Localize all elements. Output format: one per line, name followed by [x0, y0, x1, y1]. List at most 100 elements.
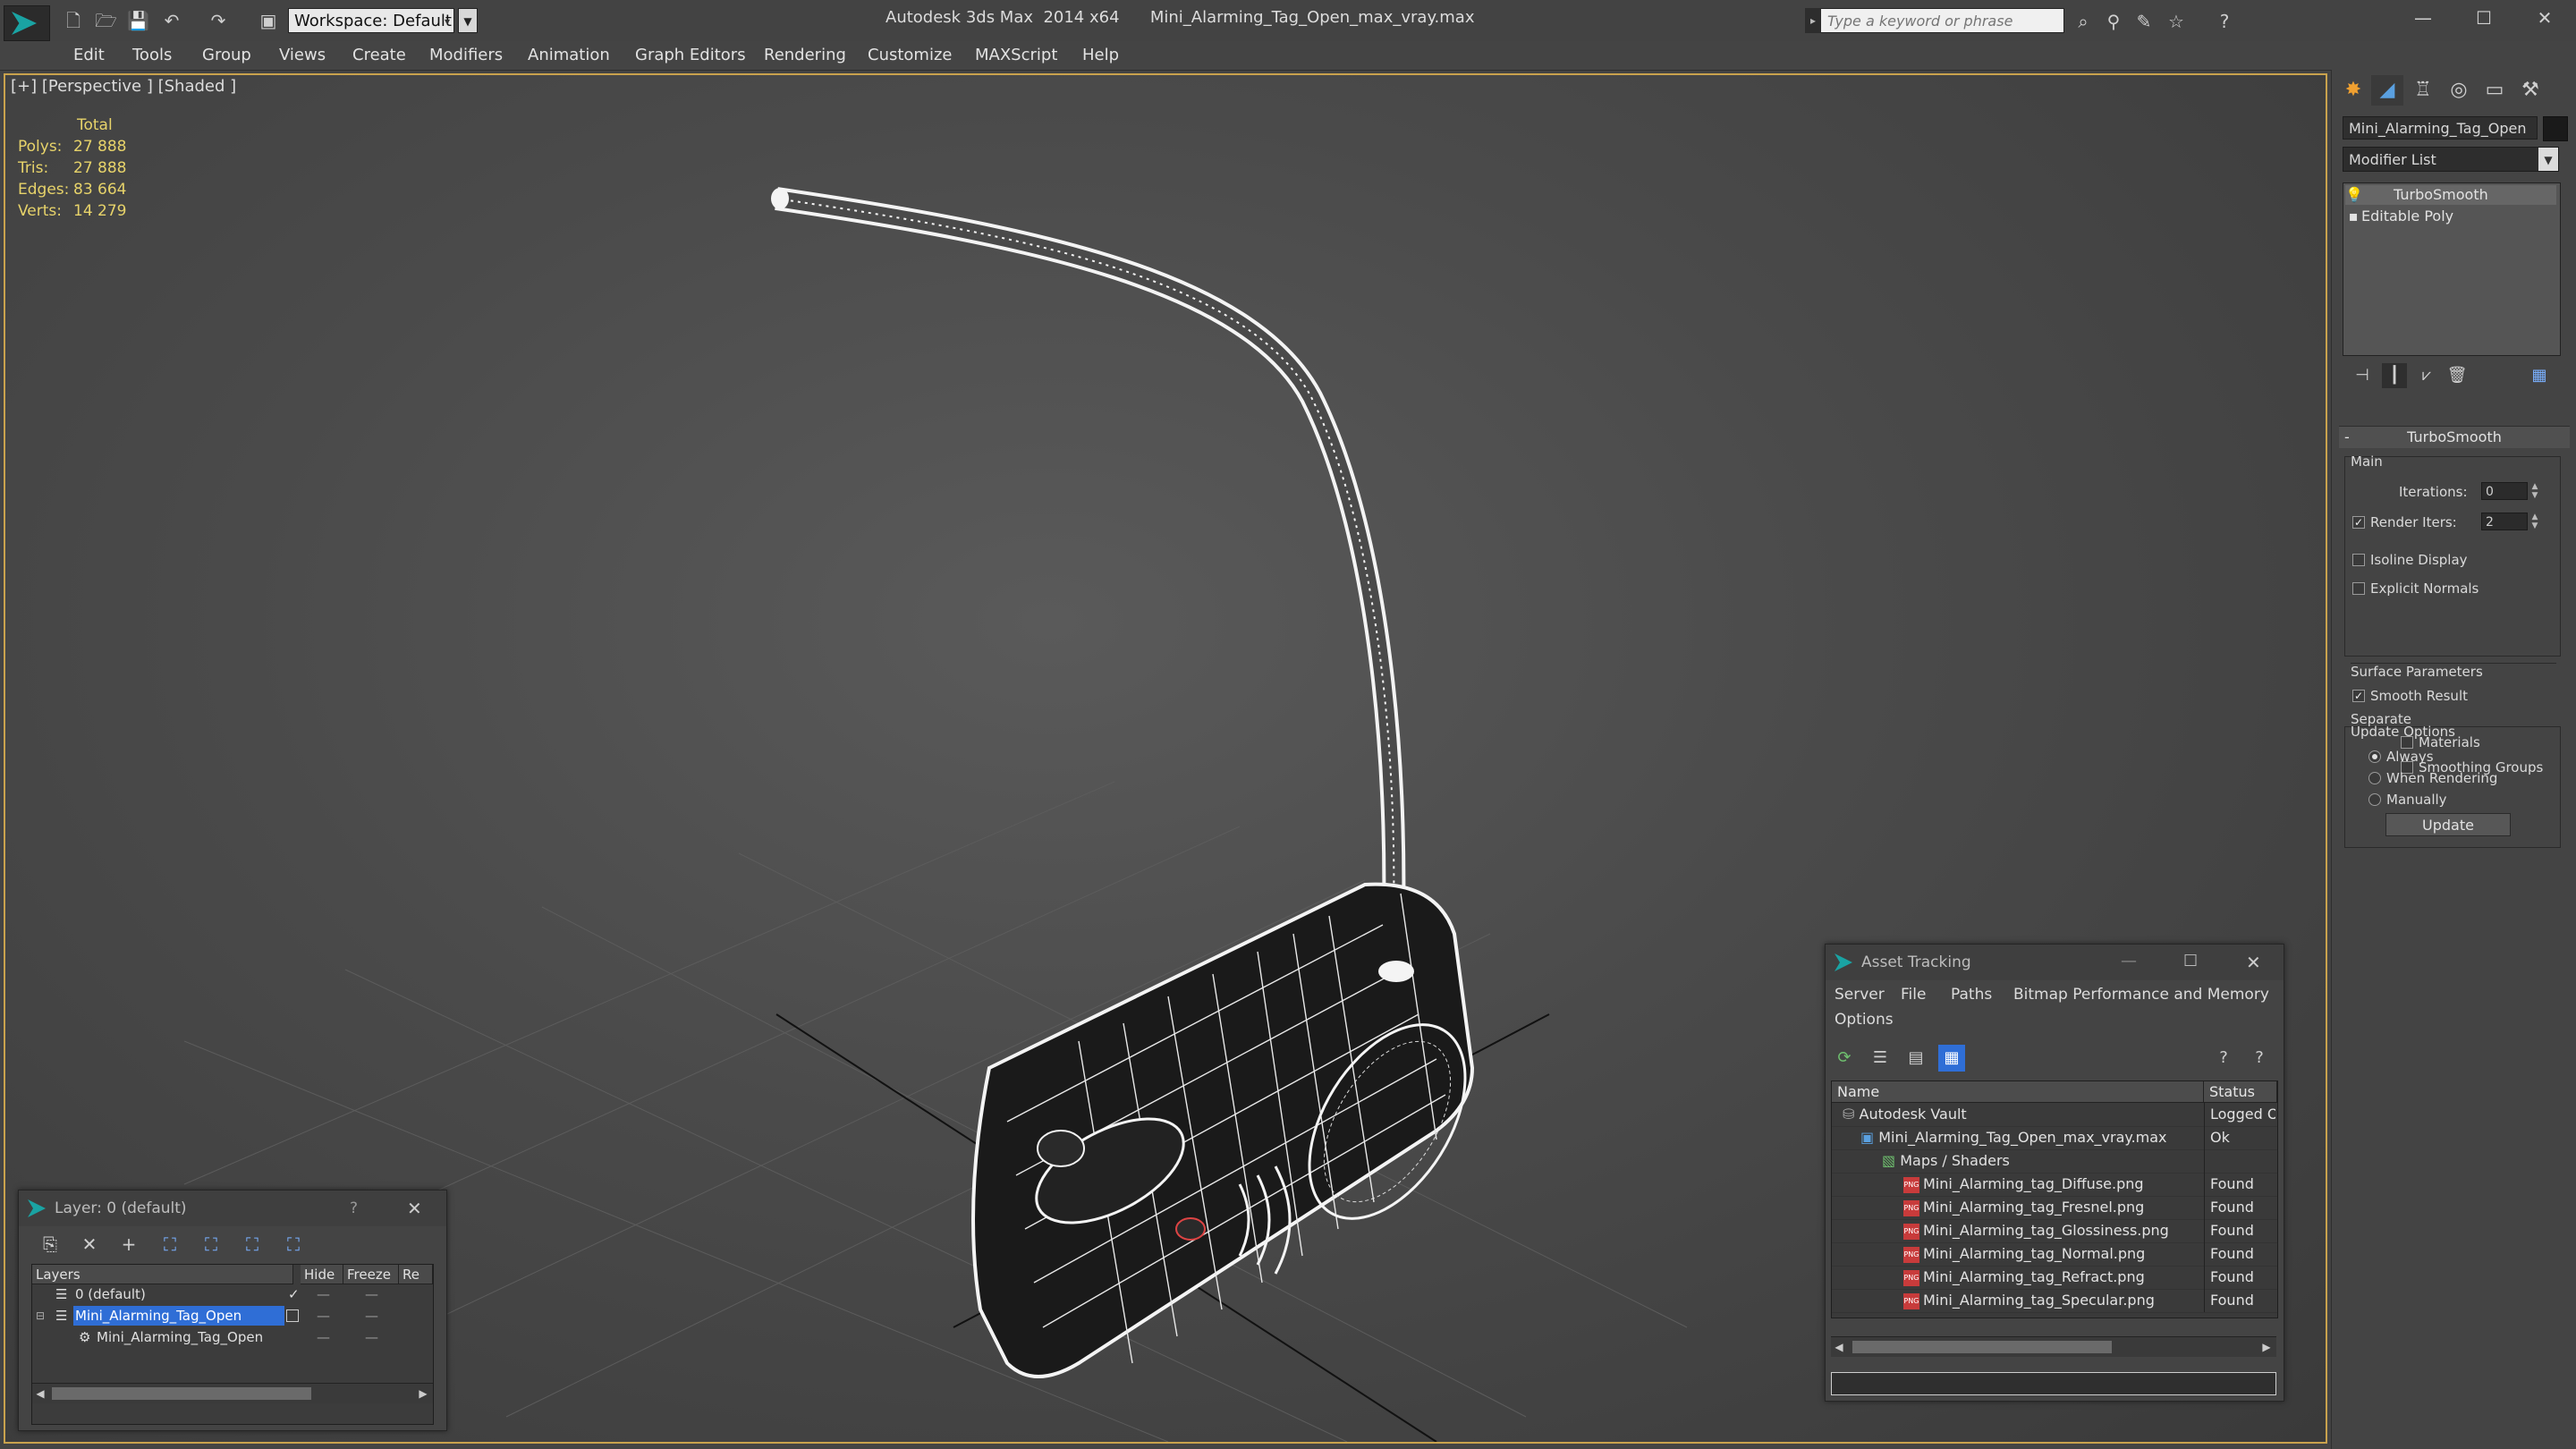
asset-path-field[interactable]: [1831, 1372, 2276, 1395]
asset-menu-server[interactable]: Server: [1835, 986, 1885, 1004]
menu-create[interactable]: Create: [352, 41, 406, 70]
minimize-button[interactable]: —: [2121, 952, 2137, 970]
add-to-layer-icon[interactable]: +: [115, 1232, 142, 1257]
scroll-left-icon[interactable]: ◀: [32, 1384, 48, 1403]
expand-box-icon[interactable]: ▪: [2345, 207, 2361, 226]
iterations-spinner-arrows[interactable]: ▲ ▼: [2529, 482, 2540, 500]
motion-tab-icon[interactable]: ◎: [2443, 75, 2475, 106]
table-row[interactable]: PNG Mini_Alarming_tag_Diffuse.png Found: [1832, 1173, 2277, 1197]
column-header-status[interactable]: Status: [2204, 1081, 2277, 1103]
active-layer-check-icon[interactable]: ✓: [288, 1284, 300, 1304]
undo-icon[interactable]: ↶: [161, 11, 182, 30]
smooth-result-checkbox[interactable]: ✓: [2352, 690, 2365, 702]
binoculars-icon[interactable]: ⌕: [2072, 11, 2095, 32]
search-expand-icon[interactable]: ▸: [1805, 8, 1821, 33]
hide-all-icon[interactable]: ⛶: [239, 1232, 266, 1257]
turbosmooth-rollout-title[interactable]: - TurboSmooth: [2339, 426, 2570, 448]
freeze-toggle[interactable]: —: [365, 1284, 378, 1304]
thumbnail-view-icon[interactable]: ▤: [1902, 1045, 1929, 1072]
close-button[interactable]: ✕: [2515, 0, 2574, 36]
help-icon[interactable]: ?: [2213, 11, 2236, 32]
asset-menu-bitmap-performance[interactable]: Bitmap Performance and Memory: [2013, 986, 2269, 1004]
table-view-icon[interactable]: ▦: [1938, 1045, 1965, 1072]
asset-window-titlebar[interactable]: Asset Tracking — ☐ ✕: [1826, 945, 2284, 980]
always-radio[interactable]: [2368, 750, 2381, 763]
delete-layer-icon[interactable]: ✕: [76, 1232, 103, 1257]
subscription-icon[interactable]: ⚲: [2102, 11, 2125, 32]
table-row[interactable]: PNG Mini_Alarming_tag_Specular.png Found: [1832, 1289, 2277, 1313]
layer-horizontal-scrollbar[interactable]: ◀ ▶: [32, 1383, 433, 1403]
menu-rendering[interactable]: Rendering: [764, 41, 846, 70]
utilities-tab-icon[interactable]: ⚒: [2514, 75, 2546, 106]
hide-toggle[interactable]: —: [317, 1327, 330, 1347]
menu-edit[interactable]: Edit: [73, 41, 105, 70]
favorites-star-icon[interactable]: ☆: [2165, 11, 2188, 32]
pin-stack-icon[interactable]: ⊣: [2350, 363, 2375, 388]
layer-object-row[interactable]: ⚙ Mini_Alarming_Tag_Open — —: [32, 1327, 433, 1347]
asset-menu-options[interactable]: Options: [1835, 1011, 1894, 1029]
make-unique-icon[interactable]: ⩗: [2414, 363, 2439, 388]
menu-maxscript[interactable]: MAXScript: [975, 41, 1057, 70]
layer-row[interactable]: ⊟ ☰ Mini_Alarming_Tag_Open — —: [32, 1306, 433, 1326]
workspace-dropdown[interactable]: Workspace: Default ▾: [288, 8, 454, 33]
scroll-left-icon[interactable]: ◀: [1831, 1337, 1847, 1357]
maximize-button[interactable]: ☐: [2183, 952, 2198, 970]
menu-views[interactable]: Views: [279, 41, 326, 70]
column-header-name[interactable]: Name: [1832, 1081, 2204, 1103]
stack-item-turbosmooth[interactable]: 💡 TurboSmooth: [2345, 185, 2556, 205]
column-header-layers[interactable]: Layers: [32, 1265, 293, 1284]
table-row[interactable]: ▣ Mini_Alarming_Tag_Open_max_vray.max Ok: [1832, 1126, 2277, 1150]
table-row[interactable]: ⛁ Autodesk Vault Logged Out: [1832, 1103, 2277, 1127]
column-header-render[interactable]: Re: [399, 1265, 433, 1284]
show-end-result-icon[interactable]: ┃: [2382, 363, 2407, 388]
menu-help[interactable]: Help: [1082, 41, 1119, 70]
help-icon[interactable]: ?: [2210, 1045, 2237, 1072]
table-row[interactable]: PNG Mini_Alarming_tag_Refract.png Found: [1832, 1266, 2277, 1290]
lightbulb-icon[interactable]: 💡: [2345, 185, 2363, 205]
render-iters-checkbox[interactable]: ✓: [2352, 516, 2365, 529]
open-file-icon[interactable]: 🗁: [95, 11, 117, 30]
explicit-normals-checkbox[interactable]: [2352, 582, 2365, 595]
isoline-display-checkbox[interactable]: [2352, 554, 2365, 566]
column-header-freeze[interactable]: Freeze: [343, 1265, 399, 1284]
table-row[interactable]: PNG Mini_Alarming_tag_Normal.png Found: [1832, 1242, 2277, 1267]
freeze-toggle[interactable]: —: [365, 1327, 378, 1347]
hide-toggle[interactable]: —: [317, 1284, 330, 1304]
display-tab-icon[interactable]: ▭: [2479, 75, 2511, 106]
layer-window-titlebar[interactable]: Layer: 0 (default) ? ✕: [19, 1191, 446, 1226]
help-button[interactable]: ?: [350, 1199, 358, 1217]
modify-tab-icon[interactable]: ◢: [2371, 75, 2403, 106]
expand-icon[interactable]: ⊟: [36, 1308, 52, 1324]
close-icon[interactable]: ✕: [2246, 952, 2261, 973]
configure-sets-icon[interactable]: ▦: [2527, 363, 2552, 388]
freeze-all-icon[interactable]: ⛶: [280, 1232, 307, 1257]
workspace-expand-button[interactable]: ▼: [458, 8, 478, 33]
asset-menu-paths[interactable]: Paths: [1951, 986, 1992, 1004]
menu-group[interactable]: Group: [202, 41, 251, 70]
menu-graph-editors[interactable]: Graph Editors: [635, 41, 746, 70]
communication-icon[interactable]: ✎: [2132, 11, 2156, 32]
render-iters-spinner[interactable]: 2: [2481, 513, 2528, 530]
context-help-icon[interactable]: ?: [2246, 1045, 2273, 1072]
minimize-button[interactable]: —: [2394, 0, 2453, 36]
save-icon[interactable]: 💾: [127, 11, 149, 30]
create-layer-icon[interactable]: ⎘: [37, 1232, 64, 1257]
column-header-hide[interactable]: Hide: [301, 1265, 343, 1284]
new-file-icon[interactable]: 🗋: [63, 11, 84, 30]
asset-horizontal-scrollbar[interactable]: ◀ ▶: [1831, 1336, 2276, 1357]
scroll-right-icon[interactable]: ▶: [2258, 1337, 2275, 1357]
asset-menu-file[interactable]: File: [1901, 986, 1926, 1004]
select-objects-icon[interactable]: ⛶: [157, 1232, 183, 1257]
highlight-layer-icon[interactable]: ⛶: [198, 1232, 225, 1257]
hide-toggle[interactable]: —: [317, 1306, 330, 1326]
manually-radio[interactable]: [2368, 793, 2381, 806]
remove-modifier-icon[interactable]: 🗑: [2445, 363, 2470, 388]
table-row[interactable]: ▧ Maps / Shaders: [1832, 1149, 2277, 1174]
table-row[interactable]: PNG Mini_Alarming_tag_Fresnel.png Found: [1832, 1196, 2277, 1220]
create-tab-icon[interactable]: ✸: [2337, 75, 2369, 106]
active-layer-box[interactable]: [286, 1309, 299, 1322]
scroll-right-icon[interactable]: ▶: [415, 1384, 431, 1403]
when-rendering-radio[interactable]: [2368, 772, 2381, 784]
scroll-thumb[interactable]: [1852, 1341, 2112, 1353]
table-row[interactable]: PNG Mini_Alarming_tag_Glossiness.png Foun…: [1832, 1219, 2277, 1243]
